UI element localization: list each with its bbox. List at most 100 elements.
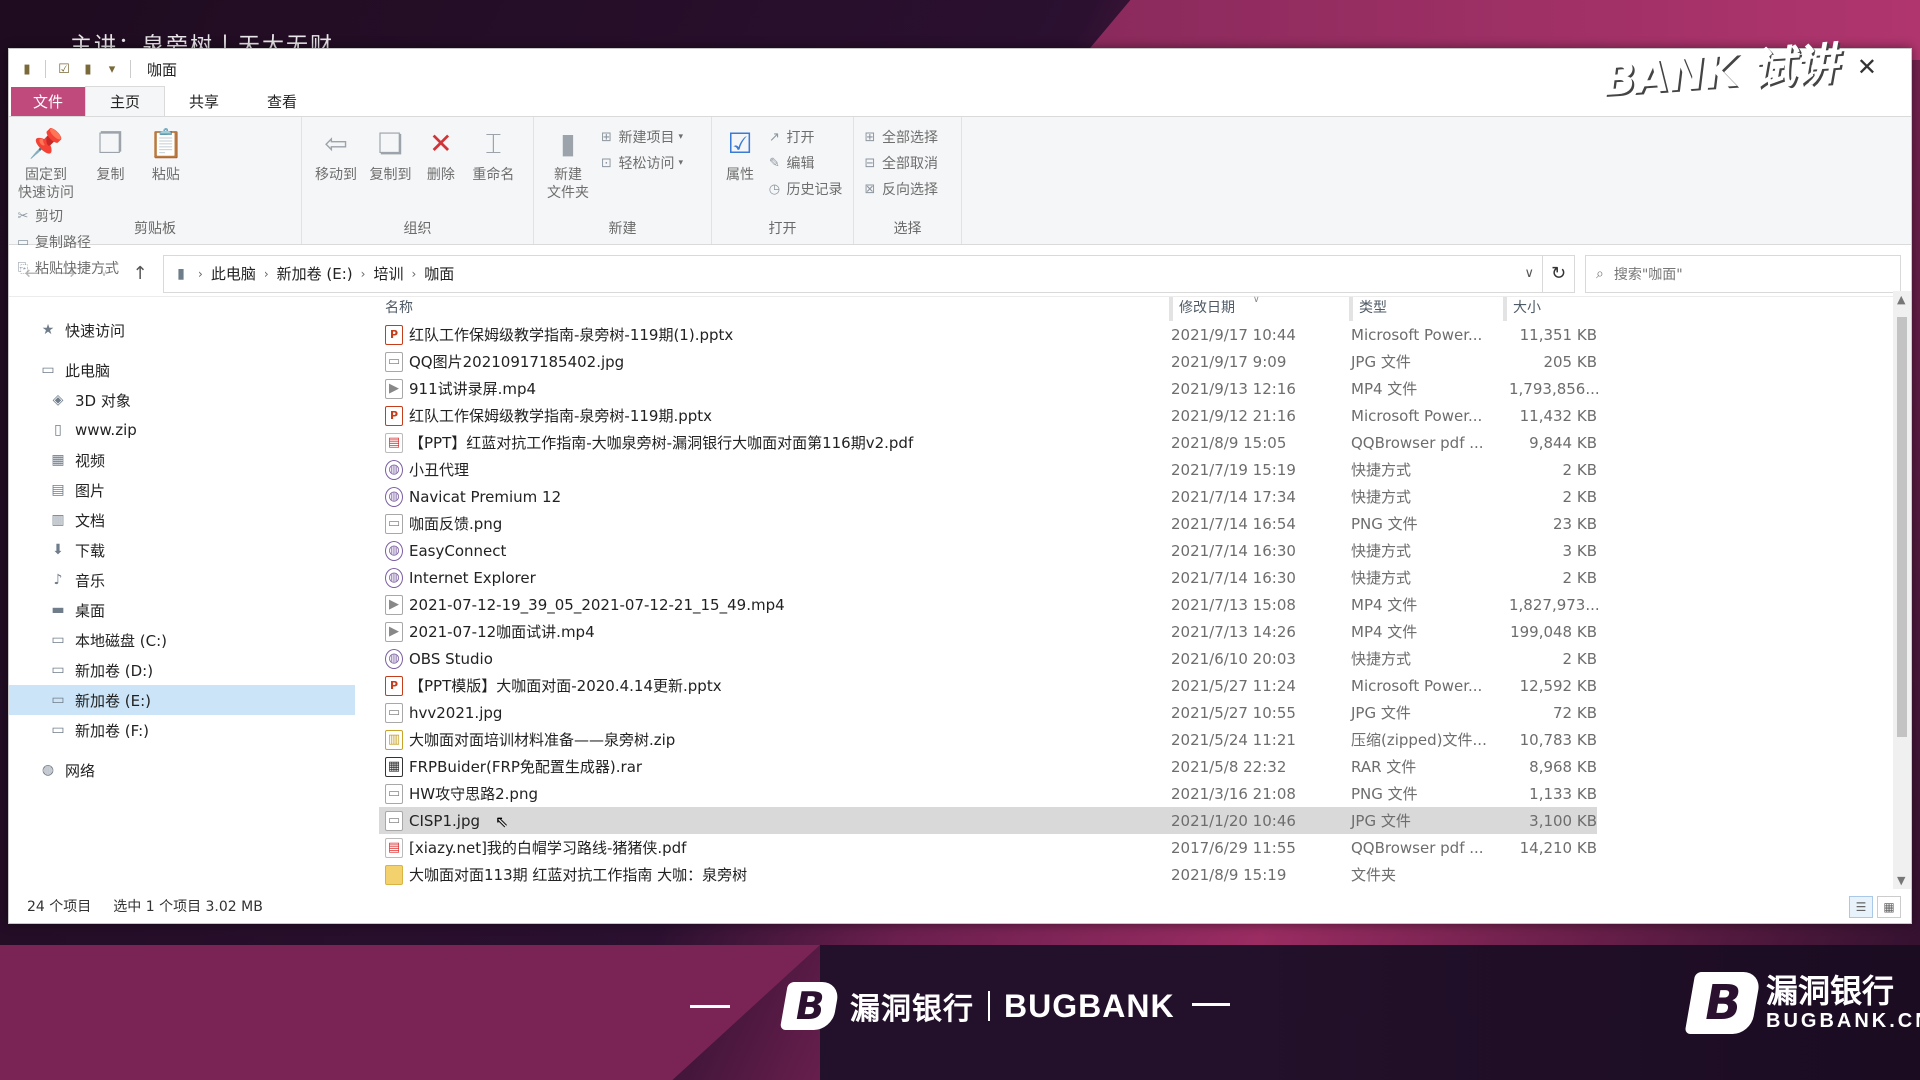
tab-share[interactable]: 共享 [165,91,243,116]
file-type: Microsoft Power... [1351,406,1483,425]
properties-quick-icon[interactable]: ☑ [56,61,72,77]
breadcrumb-this-pc[interactable]: 此电脑 [211,263,256,284]
chevron-down-icon: ▾ [678,132,683,142]
file-row[interactable]: ◍ Internet Explorer 2021/7/14 16:30 快捷方式 2 K… [9,564,1911,591]
file-row[interactable]: P 【PPT模版】大咖面对面-2020.4.14更新.pptx 2021/5/27 … [9,672,1911,699]
file-img-icon: ▭ [385,702,403,723]
tab-view[interactable]: 查看 [243,91,321,116]
move-to-button[interactable]: ⇦ 移动到 [312,123,360,185]
row-highlight [379,699,1597,726]
properties-button[interactable]: ☑ 属性 [720,123,760,185]
file-row[interactable]: ◍ EasyConnect 2021/7/14 16:30 快捷方式 3 KB [9,537,1911,564]
address-bar[interactable]: ▮ › 此电脑 › 新加卷 (E:) › 培训 › 咖面 ∨ [163,254,1543,293]
column-divider[interactable] [1349,297,1353,321]
file-row[interactable]: ◍ 小丑代理 2021/7/19 15:19 快捷方式 2 KB [9,456,1911,483]
file-size: 1,827,973... [1509,595,1600,614]
refresh-icon[interactable]: ↻ [1543,254,1575,293]
brand-divider-line [690,1004,730,1008]
move-to-label: 移动到 [315,167,357,183]
file-row[interactable]: ▤ [xiazy.net]我的白帽学习路线-猪猪侠.pdf 2017/6/29 11… [9,834,1911,861]
file-row[interactable]: ▭ CISP1.jpg 2021/1/20 10:46 JPG 文件 3,100 KB ⇖ [9,807,1911,834]
easy-access-button[interactable]: ⊡ 轻松访问 ▾ [598,153,683,173]
vertical-scrollbar[interactable]: ▲ ▼ [1893,291,1911,889]
select-all-icon: ⊞ [864,129,876,145]
file-size: 10,783 KB [1519,730,1597,749]
file-row[interactable]: ▶ 2021-07-12-19_39_05_2021-07-12-21_15_49… [9,591,1911,618]
scrollbar-thumb[interactable] [1897,317,1907,737]
row-highlight [379,483,1597,510]
clipboard-icon: 📋 [148,126,184,160]
file-name: 【PPT】红蓝对抗工作指南-大咖泉旁树-漏洞银行大咖面对面第116期v2.pdf [409,434,914,452]
column-header-size[interactable]: 大小 [1509,297,1541,317]
file-row[interactable]: ▥ 大咖面对面培训材料准备——泉旁树.zip 2021/5/24 11:21 压缩(z… [9,726,1911,753]
paste-button[interactable]: 📋 粘贴 [144,123,188,185]
scroll-up-icon[interactable]: ▲ [1897,293,1905,306]
breadcrumb-training[interactable]: 培训 [373,263,403,284]
large-icons-view-icon[interactable]: ▦ [1877,896,1901,918]
file-row[interactable]: ▭ hvv2021.jpg 2021/5/27 10:55 JPG 文件 72 KB [9,699,1911,726]
file-row[interactable]: 大咖面对面113期 红蓝对抗工作指南 大咖：泉旁树 2021/8/9 15:19 文… [9,861,1911,888]
select-all-button[interactable]: ⊞ 全部选择 [862,127,938,147]
new-item-button[interactable]: ⊞ 新建项目 ▾ [598,127,683,147]
organize-group-label: 组织 [403,221,432,237]
close-button[interactable]: ✕ [1857,53,1877,81]
column-divider[interactable] [1169,297,1173,321]
file-row[interactable]: P 红队工作保姆级教学指南-泉旁树-119期.pptx 2021/9/12 21:1… [9,402,1911,429]
invert-selection-button[interactable]: ⊠ 反向选择 [862,179,938,199]
up-arrow-icon[interactable]: ↑ [127,263,153,284]
scroll-down-icon[interactable]: ▼ [1897,874,1905,887]
tab-file[interactable]: 文件 [11,87,86,116]
file-date: 2021/7/19 15:19 [1171,460,1296,479]
file-name: FRPBuider(FRP免配置生成器).rar [409,758,643,776]
quick-access-dropdown-icon[interactable]: ▾ [104,61,120,77]
breadcrumb-drive-e[interactable]: 新加卷 (E:) [277,263,353,284]
paste-shortcut-button[interactable]: ⎘ 粘贴快捷方式 [15,258,119,278]
new-folder-quick-icon[interactable]: ▮ [80,61,96,77]
history-button[interactable]: ◷ 历史记录 [766,179,843,199]
details-view-icon[interactable]: ☰ [1849,896,1873,918]
tab-home[interactable]: 主页 [85,86,166,116]
copy-to-button[interactable]: ❏ 复制到 [366,123,414,185]
column-header-date[interactable]: 修改日期 [1175,297,1235,317]
easy-access-label: 轻松访问 [618,156,675,172]
file-row[interactable]: ▶ 2021-07-12咖面试讲.mp4 2021/7/13 14:26 MP4 文件… [9,618,1911,645]
rename-button[interactable]: ⌶ 重命名 [467,123,519,185]
file-row[interactable]: ▶ 911试讲录屏.mp4 2021/9/13 12:16 MP4 文件 1,793,8… [9,375,1911,402]
file-row[interactable]: ◍ Navicat Premium 12 2021/7/14 17:34 快捷方式 2 … [9,483,1911,510]
view-toggles: ☰ ▦ [1849,896,1901,918]
file-row[interactable]: ▭ 咖面反馈.png 2021/7/14 16:54 PNG 文件 23 KB [9,510,1911,537]
breadcrumb-current[interactable]: 咖面 [424,263,454,284]
select-small-actions: ⊞ 全部选择 ⊟ 全部取消 ⊠ 反向选择 [862,127,938,199]
file-list-pane: 名称 ∨ 修改日期 类型 大小 P 红队工作保姆级教学指南-泉旁树-119期(1)… [9,291,1911,889]
search-placeholder: 搜索"咖面" [1613,266,1683,283]
ribbon-group-clipboard: 📌 固定到 快速访问 ❐ 复制 📋 粘贴 ✂ 剪切 ▭ 复制路径 ⎘ 粘贴快捷方式 剪… [9,117,302,277]
file-type: MP4 文件 [1351,623,1418,641]
copy-button[interactable]: ❐ 复制 [83,123,137,185]
new-folder-icon: ▮ [560,126,576,160]
brand-name-cn: 漏洞银行 [850,992,974,1027]
invert-selection-icon: ⊠ [864,181,876,197]
open-button[interactable]: ↗ 打开 [766,127,842,147]
delete-button[interactable]: ✕ 删除 [421,123,461,185]
search-input[interactable]: ⌕ 搜索"咖面" [1585,254,1901,293]
column-divider[interactable] [1503,297,1507,321]
new-folder-button[interactable]: ▮ 新建 文件夹 [544,123,592,202]
file-date: 2017/6/29 11:55 [1171,838,1296,857]
file-row[interactable]: ▦ FRPBuider(FRP免配置生成器).rar 2021/5/8 22:32 R… [9,753,1911,780]
edit-button[interactable]: ✎ 编辑 [766,153,842,173]
easy-access-icon: ⊡ [601,155,612,171]
select-none-button[interactable]: ⊟ 全部取消 [862,153,938,173]
history-label: 历史记录 [786,182,843,198]
file-row[interactable]: ◍ OBS Studio 2021/6/10 20:03 快捷方式 2 KB [9,645,1911,672]
file-row[interactable]: P 红队工作保姆级教学指南-泉旁树-119期(1).pptx 2021/9/17 1… [9,321,1911,348]
file-row[interactable]: ▤ 【PPT】红蓝对抗工作指南-大咖泉旁树-漏洞银行大咖面对面第116期v2.pd… [9,429,1911,456]
file-type: JPG 文件 [1351,353,1411,371]
file-row[interactable]: ▭ HW攻守思路2.png 2021/3/16 21:08 PNG 文件 1,133 K… [9,780,1911,807]
new-group-label: 新建 [608,221,637,237]
pin-quick-access-button[interactable]: 📌 固定到 快速访问 [15,123,77,202]
column-header-type[interactable]: 类型 [1355,297,1387,317]
file-img-icon: ▭ [385,513,403,534]
file-row[interactable]: ▭ QQ图片20210917185402.jpg 2021/9/17 9:09 JPG… [9,348,1911,375]
chevron-down-icon[interactable]: ∨ [1524,266,1534,281]
column-header-name[interactable]: 名称 [381,297,413,317]
